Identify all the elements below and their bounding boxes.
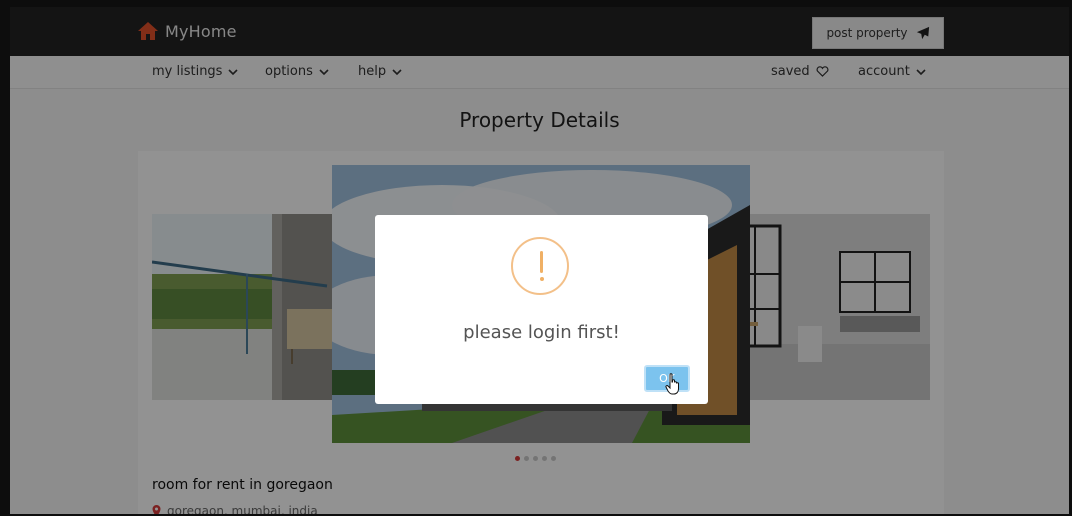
hand-pointer-icon: [665, 373, 679, 395]
warning-icon: [511, 237, 569, 295]
alert-message: please login first!: [463, 322, 620, 343]
page: MyHome post property my listings options…: [10, 7, 1069, 514]
screen-frame: MyHome post property my listings options…: [0, 0, 1072, 516]
login-alert-dialog: please login first! OK: [375, 215, 708, 404]
